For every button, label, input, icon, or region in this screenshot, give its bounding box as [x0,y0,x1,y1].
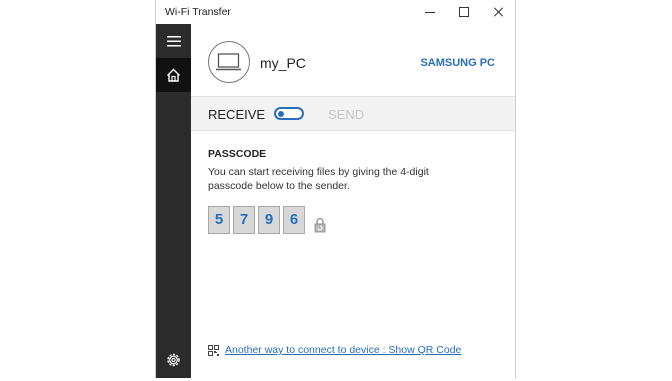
main-content: my_PC SAMSUNG PC RECEIVE SEND PASSCODE Y… [191,24,515,378]
passcode-digit: 5 [208,206,230,234]
send-label[interactable]: SEND [328,107,364,122]
settings-button[interactable] [156,344,191,376]
receive-send-toggle[interactable] [274,107,304,120]
title-bar[interactable]: Wi-Fi Transfer [156,0,515,24]
passcode-digit: 6 [283,206,305,234]
passcode-description: You can start receiving files by giving … [208,166,429,192]
show-qr-code-link[interactable]: Another way to connect to device : Show … [225,344,461,356]
close-icon [493,7,503,17]
app-window: Wi-Fi Transfer my_PC SAMSUNG PC RECEIVE … [155,0,516,378]
minimize-button[interactable] [413,0,447,24]
sidebar-item-home[interactable] [156,58,191,92]
toggle-knob [278,110,284,117]
passcode-digit: 9 [258,206,280,234]
hamburger-icon [167,36,181,47]
laptop-icon [216,53,241,71]
refresh-passcode-button[interactable] [313,217,327,233]
device-type-label: SAMSUNG PC [420,57,495,69]
passcode-title: PASSCODE [208,148,267,160]
menu-button[interactable] [156,24,191,58]
receive-label[interactable]: RECEIVE [208,107,265,122]
qr-code-icon [208,345,219,356]
mode-switch-bar: RECEIVE SEND [191,97,515,131]
window-title: Wi-Fi Transfer [165,6,231,18]
close-button[interactable] [481,0,515,24]
passcode-digit: 7 [233,206,255,234]
device-avatar [208,41,250,83]
maximize-button[interactable] [447,0,481,24]
gear-icon [167,353,180,367]
device-header: my_PC SAMSUNG PC [191,24,515,97]
sidebar [156,24,191,378]
device-name: my_PC [260,55,306,71]
maximize-icon [459,7,469,17]
lock-refresh-icon [314,217,326,233]
home-icon [167,68,180,82]
minimize-icon [425,12,435,13]
